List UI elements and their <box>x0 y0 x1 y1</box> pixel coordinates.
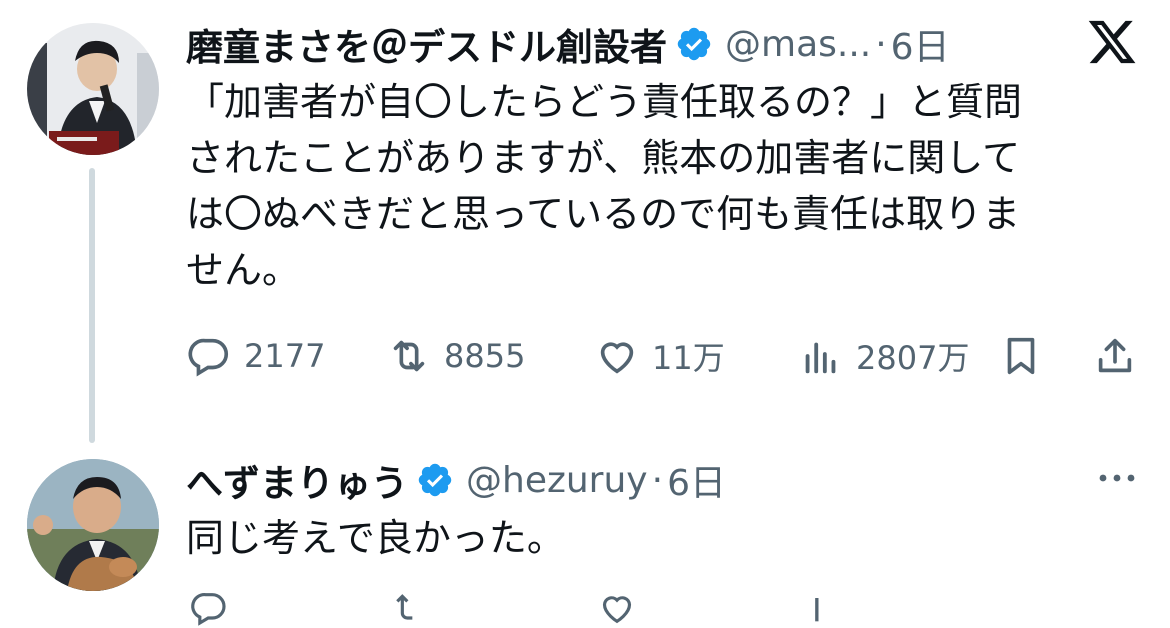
reply-icon[interactable] <box>186 588 232 628</box>
like-icon[interactable] <box>594 588 640 628</box>
avatar[interactable] <box>27 459 159 591</box>
retweet-button[interactable]: 8855 <box>386 326 525 386</box>
reply-count: 2177 <box>244 337 326 375</box>
like-icon <box>600 342 634 374</box>
avatar-image <box>27 23 159 155</box>
views-icon[interactable] <box>798 588 844 628</box>
retweet-count: 8855 <box>444 337 526 375</box>
display-name[interactable]: へずまりゅう <box>186 453 408 507</box>
share-button[interactable] <box>1092 326 1150 386</box>
retweet-icon <box>393 340 425 372</box>
handle[interactable]: @hezuruy <box>466 460 648 501</box>
more-options-icon[interactable] <box>1094 466 1140 490</box>
views-button[interactable]: 2807万 <box>798 326 969 386</box>
views-count: 2807万 <box>856 339 970 377</box>
separator-dot: · <box>651 459 664 501</box>
thread-line <box>89 168 95 443</box>
x-logo-icon <box>1088 20 1136 64</box>
tweet-header: へずまりゅう @hezuruy · 6日 <box>186 454 726 506</box>
bookmark-button[interactable] <box>998 326 1056 386</box>
avatar[interactable] <box>27 23 159 155</box>
avatar-image <box>27 459 159 591</box>
verified-badge-icon <box>418 463 452 497</box>
like-button[interactable]: 11万 <box>594 326 725 386</box>
timestamp[interactable]: 6日 <box>667 454 726 506</box>
handle[interactable]: @mas... <box>725 24 871 65</box>
separator-dot: · <box>875 23 887 65</box>
reply-icon <box>188 338 229 377</box>
timestamp[interactable]: 6日 <box>891 18 950 70</box>
like-count: 11万 <box>652 339 725 377</box>
reply-button[interactable]: 2177 <box>186 326 325 386</box>
tweet-text: 「加害者が自〇したらどう責任取るの？」と質問 されたことがありますが、熊本の加害… <box>186 80 1023 292</box>
display-name[interactable]: 磨童まさを＠デスドル創設者 <box>186 17 667 71</box>
tweet-header: 磨童まさを＠デスドル創設者 @mas... · 6日 <box>186 18 950 70</box>
share-icon <box>1098 338 1132 373</box>
bookmark-icon <box>1007 337 1035 375</box>
retweet-icon[interactable] <box>386 588 432 628</box>
tweet-actions: 2177 8855 11万 2807万 <box>186 326 1136 386</box>
views-icon <box>805 342 836 374</box>
verified-badge-icon <box>677 27 711 61</box>
tweet-text: 同じ考えで良かった。 <box>186 516 565 560</box>
tweet-actions <box>186 588 1136 628</box>
